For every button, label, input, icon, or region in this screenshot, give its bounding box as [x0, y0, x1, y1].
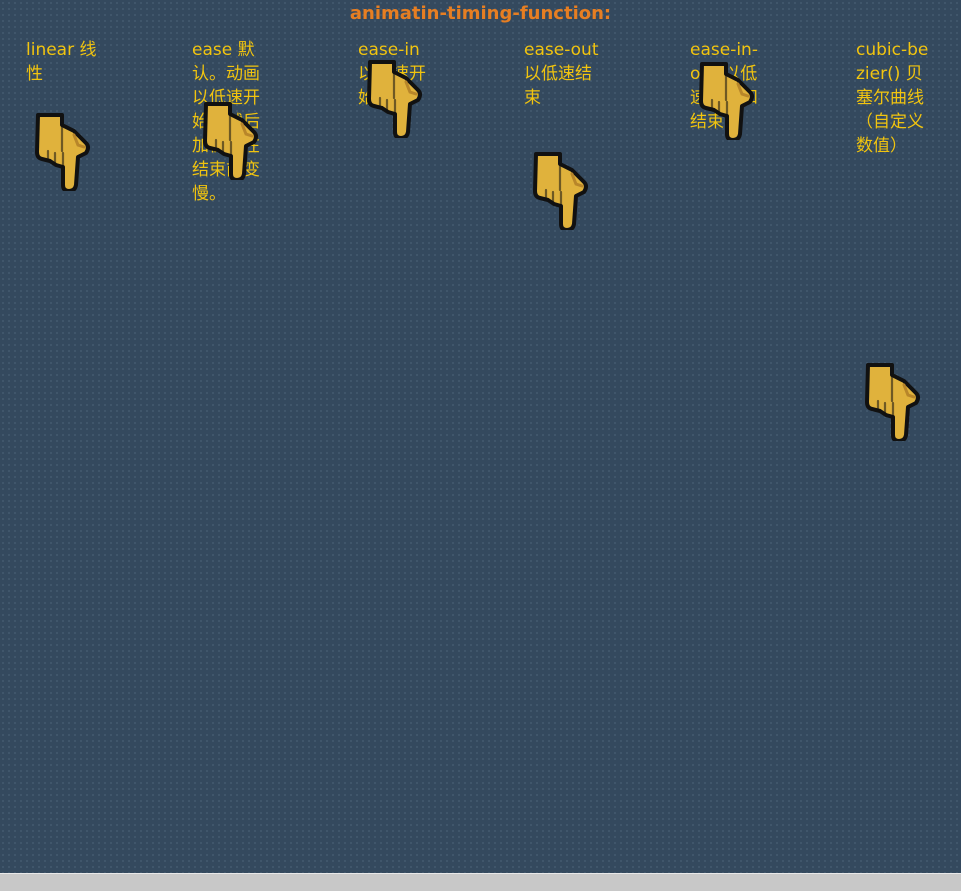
page-title: animatin-timing-function:	[349, 3, 612, 24]
horizontal-scrollbar[interactable]	[0, 873, 961, 891]
column-ease-in-out: ease-in-out 以低速开始和结束	[690, 38, 840, 858]
pointing-down-hand-icon	[864, 361, 922, 441]
column-label-cubic-bezier: cubic-bezier() 贝塞尔曲线（自定义数值）	[856, 40, 929, 156]
column-ease-out: ease-out 以低速结束	[524, 38, 674, 858]
animation-stage: animatin-timing-function: linear 线性 ease…	[0, 0, 961, 873]
pointing-down-hand-icon	[366, 58, 424, 138]
column-label-linear: linear 线性	[26, 40, 97, 84]
column-linear: linear 线性	[26, 38, 176, 858]
column-ease: ease 默认。动画以低速开始，然后加快，在结束前变慢。	[192, 38, 342, 858]
pointing-down-hand-icon	[532, 150, 590, 230]
column-cubic-bezier: cubic-bezier() 贝塞尔曲线（自定义数值）	[856, 38, 961, 858]
column-ease-in: ease-in 以低速开始	[358, 38, 508, 858]
pointing-down-hand-icon	[202, 100, 260, 180]
pointing-down-hand-icon	[698, 60, 756, 140]
column-label-ease-out: ease-out 以低速结束	[524, 40, 599, 108]
pointing-down-hand-icon	[34, 111, 92, 191]
